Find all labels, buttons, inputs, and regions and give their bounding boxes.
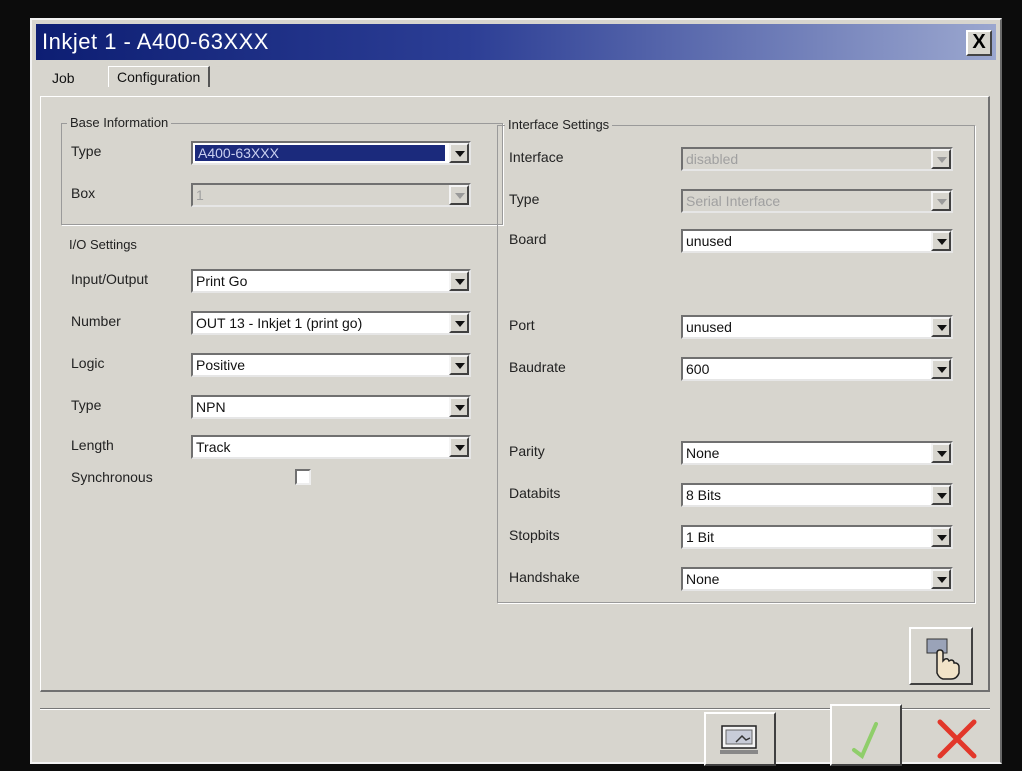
number-select[interactable]: OUT 13 - Inkjet 1 (print go) (191, 311, 471, 335)
length-value: Track (196, 439, 231, 455)
interface-value: disabled (686, 151, 739, 167)
logic-select[interactable]: Positive (191, 353, 471, 377)
chevron-down-icon[interactable] (931, 359, 951, 379)
tab-job[interactable]: Job (52, 70, 75, 86)
handshake-value: None (686, 571, 720, 587)
databits-select[interactable]: 8 Bits (681, 483, 953, 507)
screen-button[interactable] (704, 712, 776, 766)
chevron-down-icon (449, 185, 469, 205)
io-settings-title: I/O Settings (69, 237, 137, 252)
length-label: Length (71, 437, 114, 453)
interface-select: disabled (681, 147, 953, 171)
base-type-label: Type (71, 143, 102, 159)
chevron-down-icon[interactable] (931, 443, 951, 463)
board-select[interactable]: unused (681, 229, 953, 253)
chevron-down-icon[interactable] (449, 313, 469, 333)
io-type-value: NPN (196, 399, 226, 415)
board-label: Board (509, 231, 547, 247)
configuration-panel: Base Information Type A400-63XXX Box 1 I… (40, 96, 990, 692)
port-value: unused (686, 319, 732, 335)
hand-action-button[interactable] (909, 627, 973, 685)
chevron-down-icon[interactable] (449, 143, 469, 163)
io-type-label: Type (71, 397, 102, 413)
close-button[interactable]: X (966, 30, 992, 56)
ok-button[interactable] (830, 704, 902, 766)
interface-type-select: Serial Interface (681, 189, 953, 213)
stopbits-value: 1 Bit (686, 529, 715, 545)
handshake-label: Handshake (509, 569, 580, 585)
chevron-down-icon[interactable] (931, 569, 951, 589)
number-value: OUT 13 - Inkjet 1 (print go) (196, 315, 363, 331)
parity-select[interactable]: None (681, 441, 953, 465)
logic-label: Logic (71, 355, 105, 371)
base-information-group (61, 123, 503, 225)
chevron-down-icon[interactable] (931, 231, 951, 251)
databits-label: Databits (509, 485, 561, 501)
interface-type-value: Serial Interface (686, 193, 781, 209)
io-type-select[interactable]: NPN (191, 395, 471, 419)
chevron-down-icon[interactable] (931, 317, 951, 337)
chevron-down-icon[interactable] (449, 397, 469, 417)
baudrate-select[interactable]: 600 (681, 357, 953, 381)
interface-settings-title: Interface Settings (505, 117, 613, 132)
board-value: unused (686, 233, 732, 249)
synchronous-checkbox[interactable] (295, 469, 311, 485)
box-label: Box (71, 185, 96, 201)
port-select[interactable]: unused (681, 315, 953, 339)
parity-value: None (686, 445, 720, 461)
chevron-down-icon[interactable] (449, 355, 469, 375)
port-label: Port (509, 317, 535, 333)
number-label: Number (71, 313, 121, 329)
chevron-down-icon (931, 191, 951, 211)
chevron-down-icon[interactable] (449, 437, 469, 457)
monitor-icon (720, 725, 758, 754)
red-x-icon (937, 719, 977, 759)
base-type-value: A400-63XXX (195, 145, 445, 161)
chevron-down-icon[interactable] (931, 527, 951, 547)
window-title: Inkjet 1 - A400-63XXX (42, 29, 269, 54)
checkmark-icon (852, 722, 878, 760)
databits-value: 8 Bits (686, 487, 722, 503)
cancel-button[interactable] (926, 710, 988, 766)
stopbits-label: Stopbits (509, 527, 560, 543)
tab-configuration[interactable]: Configuration (108, 66, 211, 87)
box-value: 1 (196, 187, 204, 203)
interface-label: Interface (509, 149, 564, 165)
synchronous-label: Synchronous (71, 469, 153, 485)
chevron-down-icon[interactable] (449, 271, 469, 291)
baudrate-label: Baudrate (509, 359, 566, 375)
baudrate-value: 600 (686, 361, 710, 377)
hand-pointer-icon (926, 638, 960, 680)
base-type-select[interactable]: A400-63XXX (191, 141, 471, 165)
interface-type-label: Type (509, 191, 540, 207)
chevron-down-icon[interactable] (931, 485, 951, 505)
dialog-window: Inkjet 1 - A400-63XXX X Job Configuratio… (30, 18, 1002, 766)
stopbits-select[interactable]: 1 Bit (681, 525, 953, 549)
handshake-select[interactable]: None (681, 567, 953, 591)
input-output-select[interactable]: Print Go (191, 269, 471, 293)
title-bar[interactable]: Inkjet 1 - A400-63XXX X (36, 24, 996, 60)
input-output-label: Input/Output (71, 271, 149, 287)
parity-label: Parity (509, 443, 545, 459)
input-output-value: Print Go (196, 273, 248, 289)
base-information-title: Base Information (67, 115, 172, 130)
logic-value: Positive (196, 357, 246, 373)
length-select[interactable]: Track (191, 435, 471, 459)
chevron-down-icon (931, 149, 951, 169)
box-select: 1 (191, 183, 471, 207)
